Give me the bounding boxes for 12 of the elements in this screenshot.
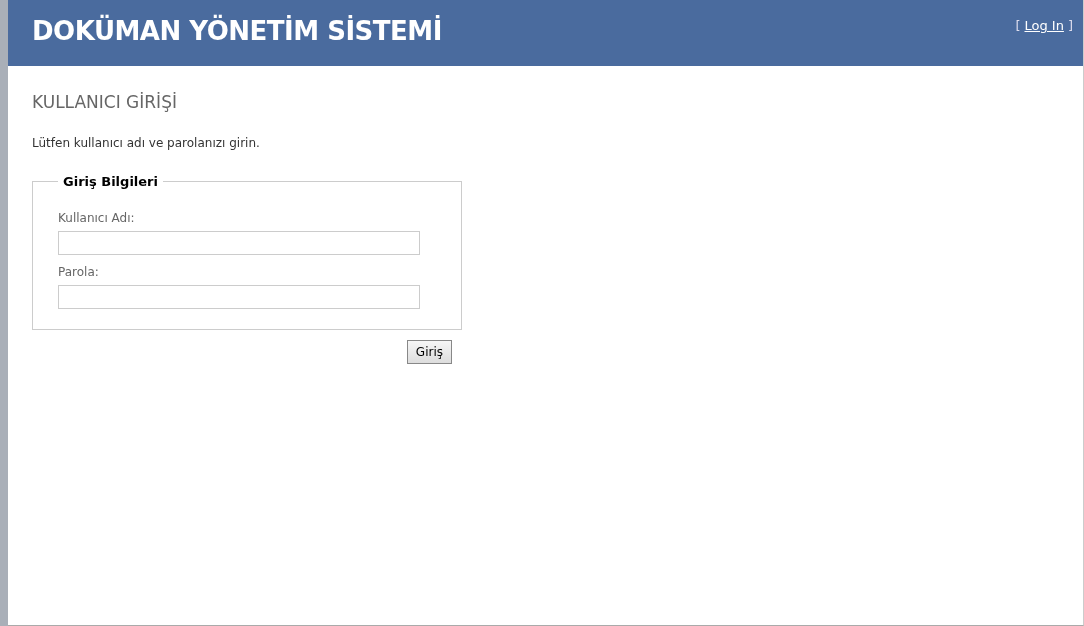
field-label: Kullanıcı Adı: <box>58 211 136 225</box>
fieldset-legend: Giriş Bilgileri <box>58 174 163 189</box>
page-heading: KULLANICI GİRİŞİ <box>32 92 178 112</box>
bracket: ] <box>1067 18 1073 33</box>
input-field[interactable] <box>58 231 420 255</box>
site-title: DOKÜMAN YÖNETİM SİSTEMİ <box>32 16 442 46</box>
field-label: Parola: <box>58 265 100 279</box>
login-link[interactable]: Log In <box>1024 18 1064 33</box>
bracket: [ <box>1015 18 1021 33</box>
instruction-text: Lütfen kullanıcı adı ve parolanızı girin. <box>32 136 261 150</box>
login-button[interactable]: Giriş <box>406 340 452 364</box>
input-field[interactable] <box>58 285 420 309</box>
